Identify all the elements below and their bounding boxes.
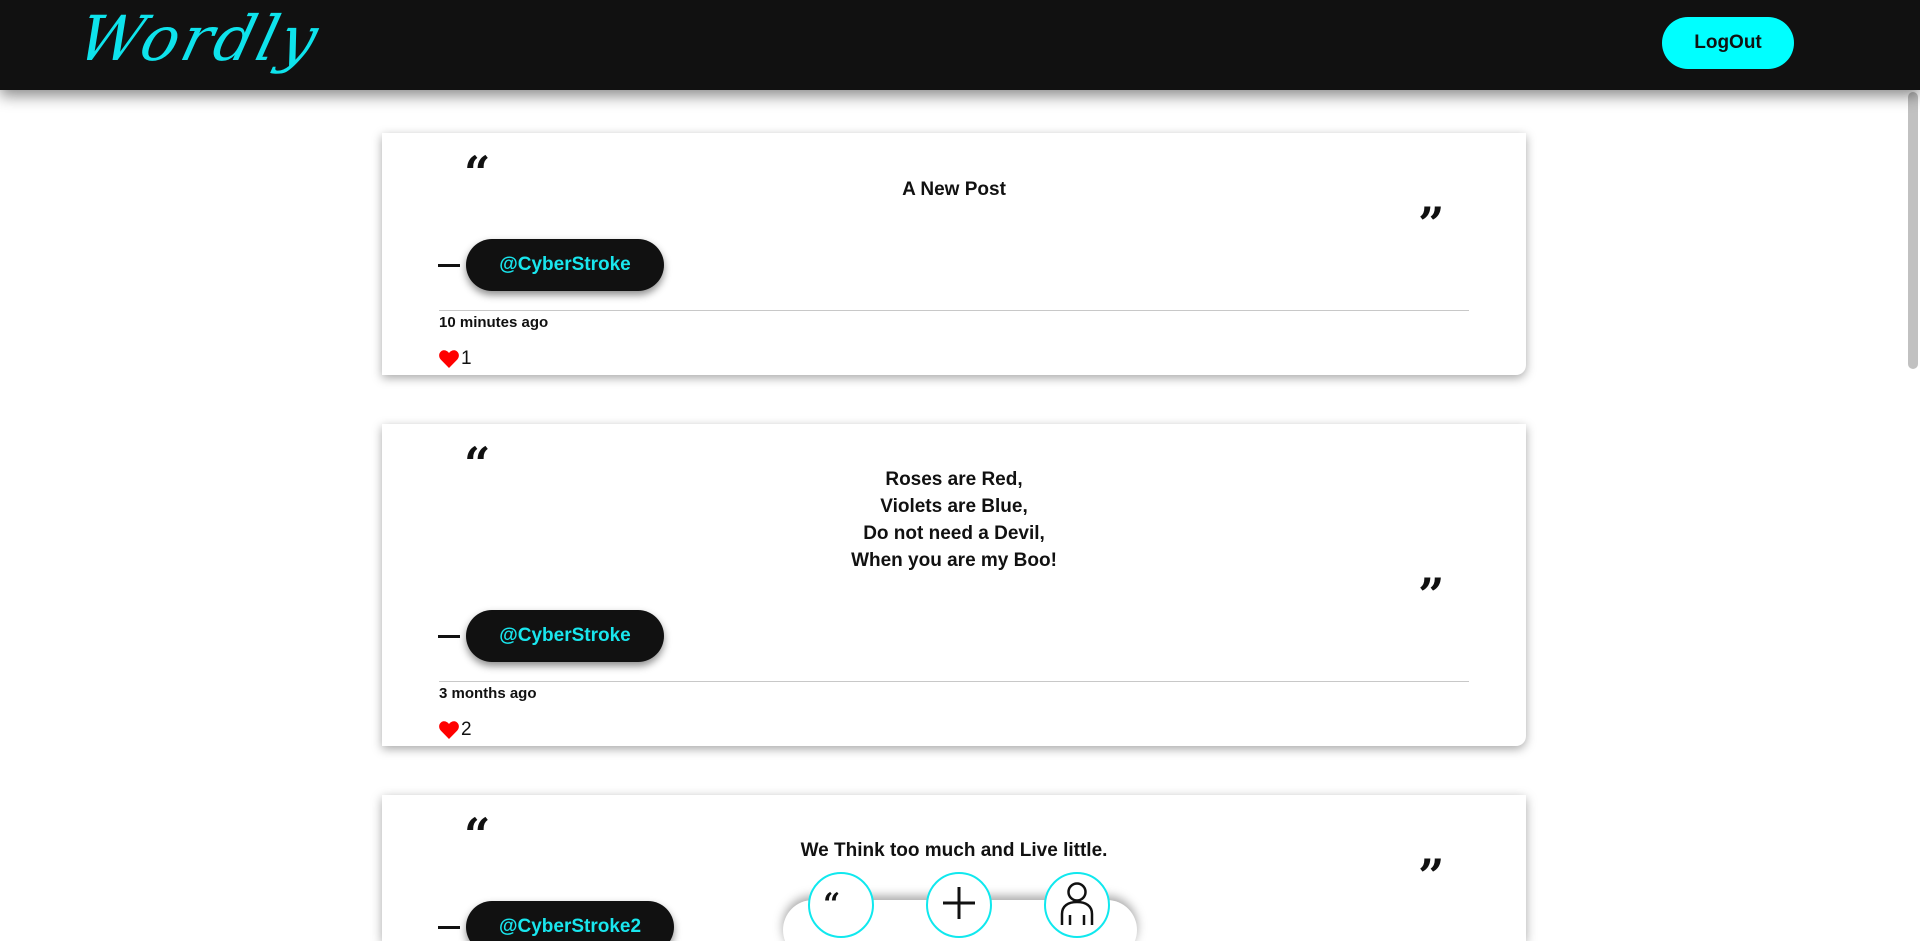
user-icon	[1059, 881, 1095, 930]
top-navbar: Wordly LogOut	[0, 0, 1920, 90]
add-post-button[interactable]	[926, 872, 992, 938]
author-button[interactable]: @CyberStroke	[466, 610, 664, 662]
post-timestamp: 10 minutes ago	[439, 314, 549, 331]
profile-nav-button[interactable]	[1044, 872, 1110, 938]
author-button[interactable]: @CyberStroke2	[466, 901, 674, 941]
close-quote-icon: ”	[1418, 849, 1445, 903]
author-dash	[438, 635, 460, 638]
quotes-nav-button[interactable]: “ „	[808, 872, 874, 938]
like-button[interactable]: 1	[439, 349, 472, 368]
like-count: 1	[461, 348, 472, 369]
logout-button[interactable]: LogOut	[1662, 17, 1794, 69]
close-quote-icon: ”	[1418, 197, 1445, 251]
like-button[interactable]: 2	[439, 720, 472, 739]
brand-logo[interactable]: Wordly	[71, 2, 328, 75]
post-card: “ A New Post ” @CyberStroke 10 minutes a…	[382, 133, 1526, 375]
divider	[439, 310, 1469, 311]
svg-text:“: “	[823, 888, 840, 918]
post-text: A New Post	[902, 179, 1006, 200]
plus-icon	[940, 884, 978, 927]
author-dash	[438, 926, 460, 929]
author-dash	[438, 264, 460, 267]
post-text: We Think too much and Live little.	[800, 840, 1108, 861]
post-card: “ Roses are Red, Violets are Blue, Do no…	[382, 424, 1526, 746]
author-button[interactable]: @CyberStroke	[466, 239, 664, 291]
heart-icon	[439, 350, 459, 368]
post-timestamp: 3 months ago	[439, 685, 537, 702]
quotes-icon: “ „	[822, 887, 860, 934]
post-text: Roses are Red, Violets are Blue, Do not …	[851, 469, 1057, 571]
divider	[439, 681, 1469, 682]
scrollbar-thumb[interactable]	[1908, 92, 1918, 369]
close-quote-icon: ”	[1418, 568, 1445, 622]
svg-text:„: „	[840, 899, 857, 918]
heart-icon	[439, 721, 459, 739]
like-count: 2	[461, 719, 472, 740]
